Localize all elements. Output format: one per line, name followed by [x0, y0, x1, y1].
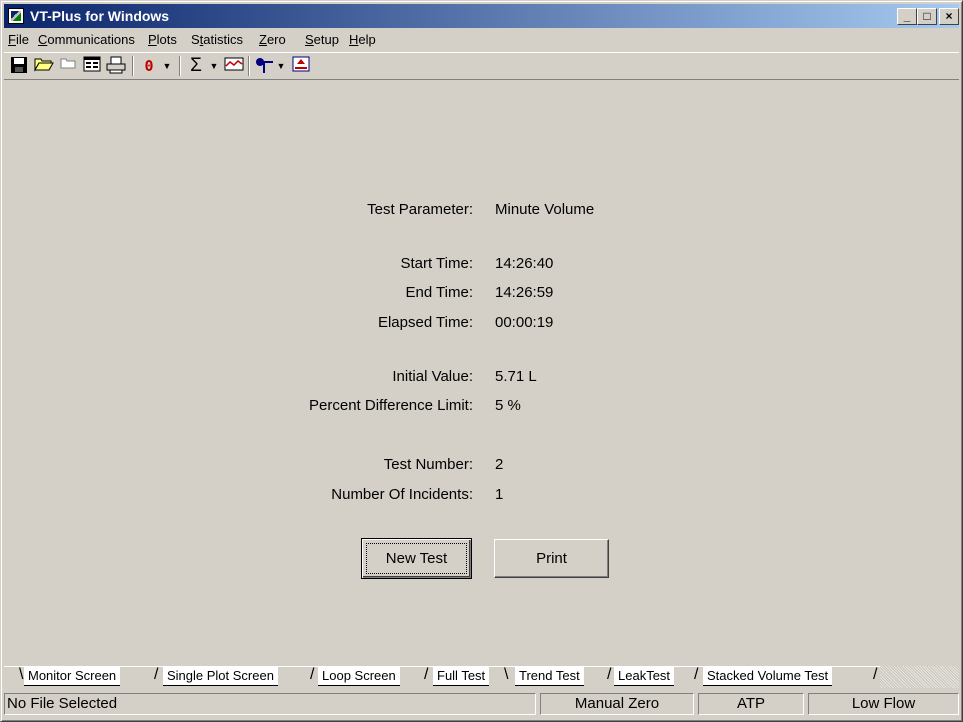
tabs-scroll-area — [880, 666, 959, 688]
end-time-label: End Time: — [405, 284, 473, 301]
toolbar-separator — [132, 56, 134, 76]
window-title: VT-Plus for Windows — [30, 8, 170, 24]
elapsed-time-label: Elapsed Time: — [377, 314, 473, 331]
elapsed-time-value: 00:00:19 — [495, 314, 554, 331]
pointer-icon[interactable] — [253, 56, 275, 76]
close-button[interactable]: × — [939, 8, 959, 25]
tab-single-plot-screen[interactable]: Single Plot Screen — [163, 666, 278, 686]
test-parameter-label: Test Parameter: — [367, 201, 473, 218]
tab-edge: / — [694, 666, 699, 683]
status-flow-range: Low Flow — [808, 693, 959, 715]
focus-rectangle — [366, 543, 467, 574]
menu-file[interactable]: File — [8, 32, 29, 47]
trend-test-panel: Test Parameter: Minute Volume Start Time… — [4, 81, 959, 666]
menu-help[interactable]: Help — [349, 32, 376, 47]
sum-dropdown-icon[interactable]: ▼ — [209, 56, 219, 76]
start-time-label: Start Time: — [400, 255, 473, 272]
tab-edge: / — [154, 666, 159, 683]
percent-difference-value: 5 % — [495, 397, 521, 414]
sum-icon[interactable]: Σ — [185, 56, 207, 76]
menu-zero[interactable]: Zero — [259, 32, 286, 47]
toolbar-separator — [248, 56, 250, 76]
chart-icon[interactable] — [223, 56, 245, 76]
test-parameter-value: Minute Volume — [495, 201, 595, 218]
status-zero-mode: Manual Zero — [540, 693, 694, 715]
incidents-label: Number Of Incidents: — [331, 486, 473, 503]
print-label: Print — [536, 550, 567, 567]
percent-difference-label: Percent Difference Limit: — [309, 397, 473, 414]
app-logo-icon[interactable] — [8, 8, 24, 24]
tab-loop-screen[interactable]: Loop Screen — [318, 666, 400, 686]
tab-stacked-volume-test[interactable]: Stacked Volume Test — [703, 666, 833, 686]
toolbar: 0 ▼ Σ ▼ ▼ — [4, 52, 959, 80]
title-bar[interactable]: VT-Plus for Windows _ □ × — [4, 4, 959, 28]
menu-statistics[interactable]: Statistics — [191, 32, 243, 47]
trigger-icon[interactable] — [290, 56, 312, 76]
print-icon[interactable] — [105, 56, 127, 76]
save-icon[interactable] — [8, 56, 30, 76]
app-window: VT-Plus for Windows _ □ × File Communica… — [0, 0, 963, 722]
start-time-value: 14:26:40 — [495, 255, 554, 272]
open-folder-icon[interactable] — [33, 56, 55, 76]
test-number-value: 2 — [495, 456, 504, 473]
toolbar-separator — [179, 56, 181, 76]
tab-edge: / — [873, 666, 878, 683]
pointer-dropdown-icon[interactable]: ▼ — [276, 56, 286, 76]
tab-leak-test[interactable]: LeakTest — [614, 666, 675, 686]
maximize-button[interactable]: □ — [917, 8, 937, 25]
zero-icon[interactable]: 0 — [138, 56, 160, 76]
menu-bar: File Communications Plots Statistics Zer… — [4, 29, 959, 51]
tab-trend-test[interactable]: Trend Test — [515, 666, 584, 686]
tab-full-test[interactable]: Full Test — [433, 666, 490, 686]
end-time-value: 14:26:59 — [495, 284, 554, 301]
incidents-value: 1 — [495, 486, 504, 503]
folder-icon[interactable] — [57, 56, 79, 76]
tab-edge: \ — [504, 666, 509, 683]
menu-plots[interactable]: Plots — [148, 32, 177, 47]
menu-communications[interactable]: Communications — [38, 32, 135, 47]
status-file: No File Selected — [4, 693, 536, 715]
new-test-button[interactable]: New Test — [361, 538, 472, 579]
screen-tabs: \ Monitor Screen / Single Plot Screen / … — [4, 666, 959, 690]
print-button[interactable]: Print — [494, 539, 609, 578]
form-view-icon[interactable] — [81, 56, 103, 76]
tab-monitor-screen[interactable]: Monitor Screen — [24, 666, 121, 686]
minimize-button[interactable]: _ — [897, 8, 917, 25]
menu-setup[interactable]: Setup — [305, 32, 339, 47]
initial-value-label: Initial Value: — [392, 368, 473, 385]
tab-edge: / — [424, 666, 429, 683]
zero-dropdown-icon[interactable]: ▼ — [162, 56, 172, 76]
tab-edge: / — [310, 666, 315, 683]
status-bar: No File Selected Manual Zero ATP Low Flo… — [4, 691, 959, 719]
initial-value-value: 5.71 L — [495, 368, 537, 385]
status-gas-condition: ATP — [698, 693, 804, 715]
test-number-label: Test Number: — [383, 456, 473, 473]
